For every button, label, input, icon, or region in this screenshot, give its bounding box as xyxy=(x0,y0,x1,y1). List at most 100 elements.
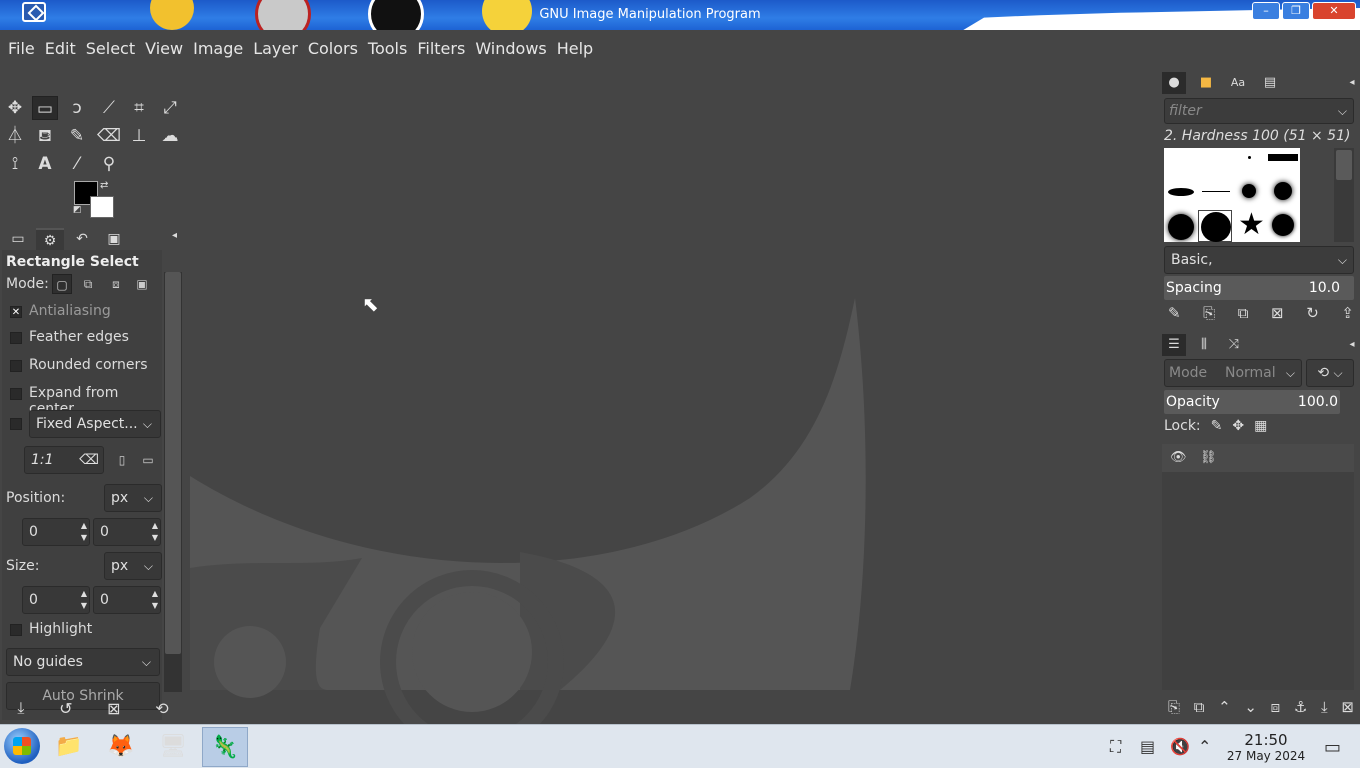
swap-colors-icon[interactable]: ⇄ xyxy=(100,180,108,191)
default-colors-icon[interactable]: ◩ xyxy=(73,205,82,215)
menu-image[interactable]: Image xyxy=(188,30,248,68)
raise-layer-icon[interactable]: ⌃ xyxy=(1218,698,1231,716)
brush-tag-dropdown[interactable]: Basic, ⌵ xyxy=(1164,246,1354,274)
mode-replace-icon[interactable]: ▢ xyxy=(52,274,72,294)
refresh-brushes-icon[interactable]: ↻ xyxy=(1306,304,1319,322)
edit-brush-icon[interactable]: ✎ xyxy=(1168,304,1181,322)
rect-select-tool-icon[interactable]: ▭ xyxy=(32,96,58,120)
brush-item-star-icon[interactable]: ★ xyxy=(1238,210,1265,240)
dock-menu-icon[interactable]: ◂ xyxy=(172,230,177,241)
network-icon[interactable]: ⛶ xyxy=(1110,737,1121,757)
delete-preset-icon[interactable]: ⊠ xyxy=(107,699,120,718)
spin-arrows-icon[interactable]: ▲ ▼ xyxy=(81,588,87,612)
brush-item[interactable] xyxy=(1274,182,1292,200)
new-layer-icon[interactable]: ⎘ xyxy=(1168,698,1180,716)
lower-layer-icon[interactable]: ⌄ xyxy=(1244,698,1257,716)
brush-item[interactable] xyxy=(1202,191,1230,192)
spacing-slider[interactable]: Spacing 10.0 xyxy=(1164,276,1354,300)
lasso-tool-icon[interactable]: ↄ xyxy=(64,96,90,120)
new-layer-group-icon[interactable]: ⧉ xyxy=(1194,698,1205,716)
scrollbar-thumb[interactable] xyxy=(1336,150,1352,180)
brush-item[interactable] xyxy=(1242,184,1256,198)
tab-layers-icon[interactable]: ☰ xyxy=(1162,334,1186,356)
dock-menu-icon[interactable]: ◂ xyxy=(1340,72,1360,94)
open-brush-icon[interactable]: ⇪ xyxy=(1341,304,1354,322)
landscape-icon[interactable]: ▭ xyxy=(138,450,158,470)
opacity-slider[interactable]: Opacity 100.0 xyxy=(1164,390,1340,414)
file-explorer-icon[interactable]: 📁 xyxy=(46,727,92,767)
tab-document-history-icon[interactable]: ▤ xyxy=(1258,72,1282,94)
remote-desktop-icon[interactable]: 🖥 xyxy=(150,727,196,767)
eraser-tool-icon[interactable]: ⌫ xyxy=(96,124,122,148)
tool-options-scrollbar[interactable] xyxy=(164,272,182,692)
tab-brushes-icon[interactable]: ● xyxy=(1162,72,1186,94)
clear-icon[interactable]: ⌫ xyxy=(79,447,99,473)
dock-menu-icon[interactable]: ◂ xyxy=(1340,334,1360,356)
menu-help[interactable]: Help xyxy=(552,30,598,68)
clock[interactable]: 21:50 27 May 2024 xyxy=(1224,731,1308,763)
duplicate-brush-icon[interactable]: ⧉ xyxy=(1238,304,1249,322)
duplicate-layer-icon[interactable]: ⧈ xyxy=(1271,698,1281,716)
brush-grid[interactable]: ★ xyxy=(1164,148,1300,242)
crop-tool-icon[interactable]: ⌗ xyxy=(126,96,152,120)
start-button[interactable] xyxy=(4,728,40,764)
close-button[interactable]: ✕ xyxy=(1312,2,1356,20)
highlight-checkbox[interactable] xyxy=(10,624,22,636)
notifications-icon[interactable]: ▭ xyxy=(1324,737,1341,758)
spin-arrows-icon[interactable]: ▲ ▼ xyxy=(152,520,158,544)
lock-alpha-icon[interactable]: ▦ xyxy=(1254,418,1267,434)
merge-layer-icon[interactable]: ⤓ xyxy=(1321,698,1328,716)
brush-item-selected[interactable] xyxy=(1198,210,1232,242)
menu-tools[interactable]: Tools xyxy=(363,30,412,68)
brush-item[interactable] xyxy=(1248,156,1251,159)
move-tool-icon[interactable]: ✥ xyxy=(2,96,28,120)
expand-from-center-checkbox[interactable] xyxy=(10,388,22,400)
minimize-button[interactable]: – xyxy=(1252,2,1280,20)
tab-images-icon[interactable]: ▣ xyxy=(100,228,128,250)
menu-view[interactable]: View xyxy=(140,30,188,68)
bucket-fill-tool-icon[interactable]: ⛾ xyxy=(32,124,58,148)
delete-brush-icon[interactable]: ⊠ xyxy=(1271,304,1284,322)
menu-windows[interactable]: Windows xyxy=(470,30,551,68)
menu-select[interactable]: Select xyxy=(81,30,140,68)
spin-arrows-icon[interactable]: ▲ ▼ xyxy=(152,588,158,612)
feather-edges-checkbox[interactable] xyxy=(10,332,22,344)
antialiasing-checkbox[interactable]: ✕ xyxy=(10,306,22,318)
anchor-layer-icon[interactable]: ⚓ xyxy=(1294,698,1307,716)
lock-pixels-icon[interactable]: ✎ xyxy=(1211,418,1223,434)
background-color-swatch[interactable] xyxy=(90,196,114,218)
menu-layer[interactable]: Layer xyxy=(248,30,303,68)
tab-channels-icon[interactable]: ⫼ xyxy=(1192,334,1216,356)
tab-tool-options-icon[interactable]: ⚙ xyxy=(36,228,64,250)
new-brush-icon[interactable]: ⎘ xyxy=(1203,304,1215,322)
chevron-up-icon[interactable]: ⌃ xyxy=(1198,737,1211,756)
layer-mode-switch-button[interactable]: ⟲ ⌵ xyxy=(1306,359,1354,387)
position-y-field[interactable]: 0 ▲ ▼ xyxy=(93,518,161,546)
paintbrush-tool-icon[interactable]: ✎ xyxy=(64,124,90,148)
brush-item[interactable] xyxy=(1268,154,1298,161)
ratio-field[interactable]: 1:1 ⌫ xyxy=(24,446,104,474)
position-x-field[interactable]: 0 ▲ ▼ xyxy=(22,518,90,546)
fixed-dropdown[interactable]: Fixed Aspect... ⌵ xyxy=(29,410,161,438)
color-picker-tool-icon[interactable]: ⁄ xyxy=(64,152,90,176)
text-tool-icon[interactable]: A xyxy=(32,152,58,176)
menu-file[interactable]: File xyxy=(3,30,40,68)
scrollbar-thumb[interactable] xyxy=(165,272,181,654)
tab-undo-history-icon[interactable]: ↶ xyxy=(68,228,96,250)
mode-add-icon[interactable]: ⧉ xyxy=(78,274,98,294)
chain-link-icon[interactable]: ⛓ xyxy=(1200,450,1217,465)
visibility-eye-icon[interactable]: 👁 xyxy=(1170,450,1187,465)
warp-tool-icon[interactable]: ⏃ xyxy=(2,124,28,148)
layer-mode-dropdown[interactable]: Mode Normal ⌵ xyxy=(1164,359,1302,387)
mode-intersect-icon[interactable]: ▣ xyxy=(132,274,152,294)
clone-tool-icon[interactable]: ⊥ xyxy=(126,124,152,148)
tab-fonts-icon[interactable]: Aa xyxy=(1226,72,1250,94)
spin-arrows-icon[interactable]: ▲ ▼ xyxy=(81,520,87,544)
delete-layer-icon[interactable]: ⊠ xyxy=(1341,698,1354,716)
menu-edit[interactable]: Edit xyxy=(40,30,81,68)
menu-colors[interactable]: Colors xyxy=(303,30,363,68)
volume-muted-icon[interactable]: 🔇 xyxy=(1170,737,1190,756)
lock-position-icon[interactable]: ✥ xyxy=(1232,418,1244,434)
brush-filter-input[interactable]: filter ⌵ xyxy=(1164,98,1354,124)
guides-dropdown[interactable]: No guides ⌵ xyxy=(6,648,160,676)
